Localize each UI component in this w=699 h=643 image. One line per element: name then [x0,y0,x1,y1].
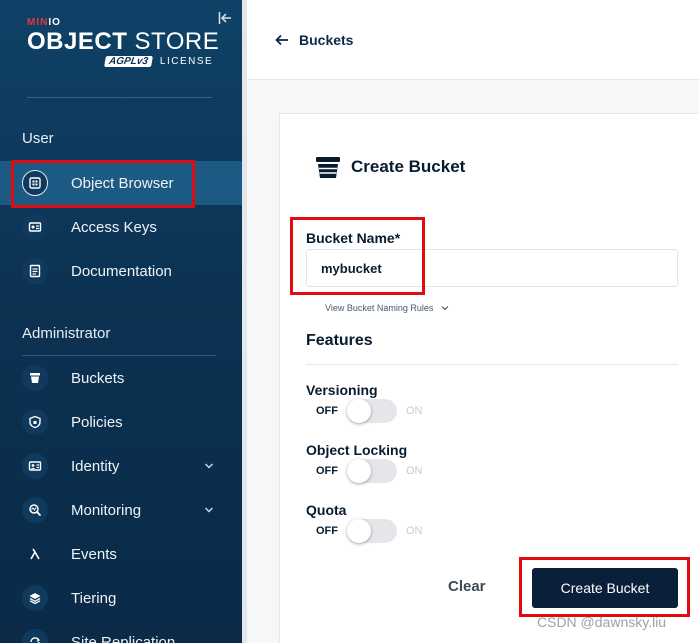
switch-off-label: OFF [316,525,338,537]
sidebar: MINIO OBJECT STORE AGPLv3 LICENSE User O… [0,0,242,643]
features-heading: Features [306,332,373,349]
versioning-label: Versioning [306,382,378,398]
sidebar-item-label: Documentation [71,262,172,280]
documentation-icon [22,258,48,284]
switch-on-label: ON [406,525,423,537]
replication-icon [22,629,48,643]
sidebar-item-label: Buckets [71,369,125,387]
sidebar-item-site-replication[interactable]: Site Replication [0,620,242,643]
watermark: CSDN @dawnsky.liu [537,614,667,630]
sidebar-item-events[interactable]: Events [0,532,242,576]
sidebar-item-label: Policies [71,413,123,431]
versioning-toggle[interactable] [347,399,397,423]
collapse-sidebar-icon[interactable] [218,11,232,25]
card-title: Create Bucket [315,154,465,180]
sidebar-item-policies[interactable]: Policies [0,400,242,444]
highlight-box-bucket-name [290,217,425,295]
sidebar-item-label: Identity [71,457,120,475]
brand-mark: MINIO [27,17,61,28]
naming-rules-toggle[interactable]: View Bucket Naming Rules [325,303,449,313]
clear-button[interactable]: Clear [448,578,486,595]
switch-off-label: OFF [316,405,338,417]
switch-off-label: OFF [316,465,338,477]
sidebar-item-tiering[interactable]: Tiering [0,576,242,620]
lambda-icon [22,541,48,567]
policy-icon [22,409,48,435]
sidebar-item-label: Access Keys [71,218,157,236]
back-label: Buckets [299,32,354,48]
section-user: User [22,130,54,147]
switch-on-label: ON [406,405,423,417]
chevron-down-icon[interactable] [202,459,216,473]
sidebar-item-label: Events [71,545,117,563]
monitoring-icon [22,497,48,523]
logo-title: OBJECT STORE [27,28,220,55]
quota-toggle[interactable] [347,519,397,543]
logo-divider [27,97,212,98]
features-divider [306,364,678,365]
layers-icon [22,585,48,611]
switch-on-label: ON [406,465,423,477]
bucket-icon [316,157,340,178]
license-badge: AGPLv3 LICENSE [104,56,213,67]
chevron-down-icon[interactable] [202,503,216,517]
sidebar-item-buckets[interactable]: Buckets [0,356,242,400]
identity-icon [22,453,48,479]
access-keys-icon [22,214,48,240]
toggle-knob[interactable] [347,519,371,543]
quota-label: Quota [306,502,347,518]
page-title: Create Bucket [351,157,466,176]
sidebar-item-monitoring[interactable]: Monitoring [0,488,242,532]
sidebar-edge [242,0,247,643]
object-locking-toggle[interactable] [347,459,397,483]
arrow-left-icon [275,34,288,46]
object-locking-label: Object Locking [306,442,408,458]
toggle-knob[interactable] [347,399,371,423]
bucket-icon [22,365,48,391]
sidebar-item-label: Monitoring [71,501,142,519]
naming-rules-label: View Bucket Naming Rules [325,303,434,313]
sidebar-item-identity[interactable]: Identity [0,444,242,488]
sidebar-item-label: Tiering [71,589,117,607]
object-locking-switch[interactable]: OFF ON [316,459,423,483]
section-administrator: Administrator [22,325,111,342]
sidebar-item-label: Site Replication [71,633,176,643]
back-to-buckets-link[interactable]: Buckets [275,32,353,48]
sidebar-item-documentation[interactable]: Documentation [0,249,242,293]
topbar: Buckets [247,0,699,80]
highlight-box-object-browser [11,160,195,208]
quota-switch[interactable]: OFF ON [316,519,423,543]
toggle-knob[interactable] [347,459,371,483]
highlight-box-create-button [519,557,690,617]
minio-logo[interactable]: MINIO OBJECT STORE AGPLv3 LICENSE [27,17,220,67]
chevron-down-icon [441,306,449,311]
sidebar-item-access-keys[interactable]: Access Keys [0,205,242,249]
versioning-switch[interactable]: OFF ON [316,399,423,423]
